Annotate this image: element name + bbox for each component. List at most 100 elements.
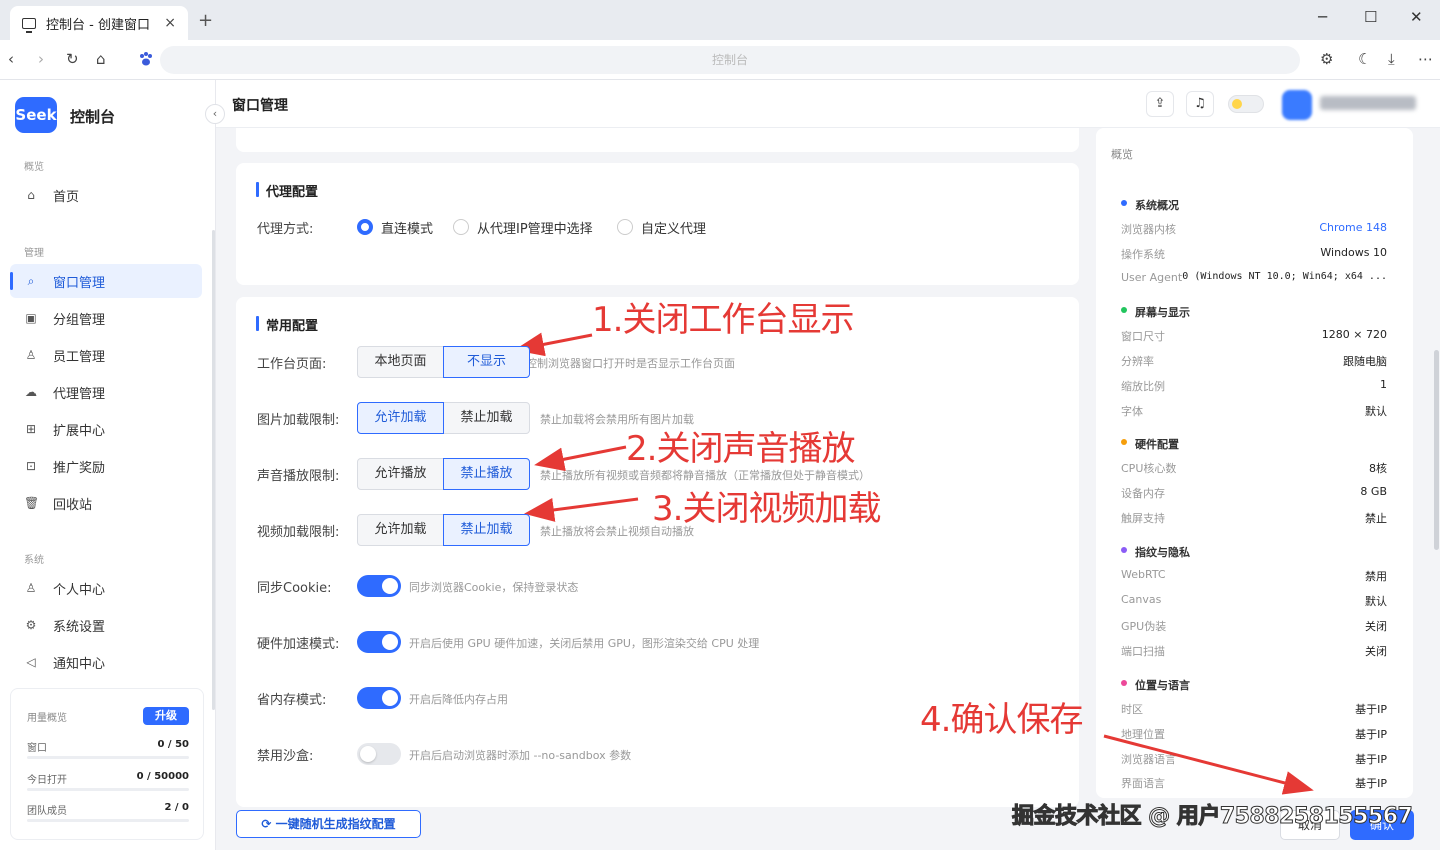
overview-row: User Agent 0 (Windows NT 10.0; Win64; x64… — [1121, 271, 1387, 284]
reload-icon[interactable]: ↻ — [66, 50, 79, 68]
new-tab-button[interactable]: + — [198, 10, 213, 31]
overview-row: WebRTC 禁用 — [1121, 568, 1387, 583]
sidebar-item-settings[interactable]: ⚙ 系统设置 — [10, 608, 202, 642]
row-label: 工作台页面: — [257, 357, 327, 372]
browser-tab[interactable]: 控制台 - 创建窗口 × — [10, 6, 188, 40]
overview-row: 浏览器内核 Chrome 148 — [1121, 221, 1387, 236]
maximize-button[interactable]: ☐ — [1364, 8, 1377, 26]
toggle-label: 省内存模式: — [257, 693, 327, 708]
video-block-option[interactable]: 禁止加载 — [443, 514, 530, 546]
usage-row: 团队成员 2 / 0 — [27, 802, 189, 822]
overview-row: 浏览器语言 基于IP — [1121, 753, 1387, 766]
workbench-segment[interactable]: 本地页面 不显示 — [357, 346, 530, 378]
sidebar-item-groups[interactable]: ▣ 分组管理 — [10, 301, 202, 335]
radio-proxy-ip[interactable] — [453, 219, 469, 235]
sidebar-item-profile[interactable]: ♙ 个人中心 — [10, 571, 202, 605]
radio-custom-label[interactable]: 自定义代理 — [641, 218, 706, 237]
overview-row: 分辨率 跟随电脑 — [1121, 355, 1387, 368]
staff-icon: ♙ — [25, 348, 37, 362]
avatar[interactable] — [1282, 90, 1312, 120]
sidebar-scrollbar[interactable] — [212, 230, 215, 710]
download-icon[interactable]: ⤓ — [1388, 50, 1395, 68]
video-segment[interactable]: 允许加载 禁止加载 — [357, 514, 530, 546]
page-title: 窗口管理 — [232, 98, 288, 114]
hw-accel-toggle[interactable] — [357, 631, 401, 653]
gift-icon: ⊡ — [25, 459, 37, 473]
collapse-sidebar-button[interactable]: ‹ — [205, 104, 225, 124]
bell-icon[interactable]: ♫ — [1186, 91, 1214, 117]
annotation-3: 3.关闭视频加载 — [652, 489, 881, 529]
moon-icon[interactable]: ☾ — [1358, 50, 1371, 68]
overview-row: 操作系统 Windows 10 — [1121, 246, 1387, 261]
overview-title: 概览 — [1111, 148, 1133, 161]
memory-saver-toggle[interactable] — [357, 687, 401, 709]
usage-title: 用量概览 — [27, 713, 67, 724]
extension-icon[interactable]: ⚙ — [1320, 50, 1333, 68]
section-system: 系统 — [24, 555, 44, 566]
gear-icon: ⚙ — [25, 618, 37, 632]
workbench-hide-option[interactable]: 不显示 — [443, 346, 530, 378]
cloud-icon: ☁ — [25, 385, 37, 399]
back-icon[interactable]: ‹ — [8, 50, 14, 68]
overview-row: 界面语言 基于IP — [1121, 777, 1387, 790]
generate-fingerprint-button[interactable]: ⟳ 一键随机生成指纹配置 — [236, 810, 421, 838]
overview-row: GPU伪装 关闭 — [1121, 620, 1387, 633]
usage-panel: 用量概览 升级 窗口 0 / 50 今日打开 0 / 50000 团队成员 2 … — [10, 688, 204, 840]
main-scrollbar[interactable] — [1434, 350, 1439, 550]
annotation-2: 2.关闭声音播放 — [626, 429, 855, 469]
image-block-option[interactable]: 禁止加载 — [443, 402, 530, 434]
row-label: 图片加载限制: — [257, 413, 340, 428]
sidebar-item-trash[interactable]: 🗑 回收站 — [10, 486, 202, 520]
home-icon: ⌂ — [27, 188, 35, 202]
cloud-upload-icon[interactable]: ⇪ — [1146, 91, 1174, 117]
overview-row: 端口扫描 关闭 — [1121, 645, 1387, 658]
proxy-title: 代理配置 — [256, 181, 318, 200]
notify-icon: ◁ — [26, 655, 36, 669]
sidebar-item-staff[interactable]: ♙ 员工管理 — [10, 338, 202, 372]
grid-icon: ⊞ — [25, 422, 37, 436]
toggle-hint: 开启后降低内存占用 — [409, 693, 508, 706]
sidebar-item-proxy[interactable]: ☁ 代理管理 — [10, 375, 202, 409]
annotation-4: 4.确认保存 — [920, 700, 1083, 740]
overview-group: 屏幕与显示 — [1121, 304, 1190, 320]
home-browser-icon[interactable]: ⌂ — [96, 50, 106, 68]
brand-title: 控制台 — [70, 108, 116, 126]
theme-toggle[interactable] — [1228, 95, 1264, 113]
overview-row: 时区 基于IP — [1121, 703, 1387, 716]
toggle-label: 硬件加速模式: — [257, 637, 340, 652]
image-segment[interactable]: 允许加载 禁止加载 — [357, 402, 530, 434]
toggle-hint: 同步浏览器Cookie，保持登录状态 — [409, 581, 579, 594]
overview-row: Canvas 默认 — [1121, 593, 1387, 608]
radio-custom[interactable] — [617, 219, 633, 235]
image-allow-option[interactable]: 允许加载 — [357, 402, 444, 434]
close-window-button[interactable]: ✕ — [1410, 8, 1423, 26]
overview-group: 系统概况 — [1121, 197, 1179, 213]
cookie-sync-toggle[interactable] — [357, 575, 401, 597]
sidebar-item-notifications[interactable]: ◁ 通知中心 — [10, 645, 202, 679]
no-sandbox-toggle[interactable] — [357, 743, 401, 765]
close-tab-icon[interactable]: × — [164, 15, 176, 31]
sidebar-item-home[interactable]: ⌂ 首页 — [10, 178, 202, 212]
overview-row: CPU核心数 8核 — [1121, 462, 1387, 475]
paw-icon[interactable] — [138, 51, 154, 67]
sound-block-option[interactable]: 禁止播放 — [443, 458, 530, 490]
sound-allow-option[interactable]: 允许播放 — [357, 458, 444, 490]
sound-segment[interactable]: 允许播放 禁止播放 — [357, 458, 530, 490]
upgrade-button[interactable]: 升级 — [143, 707, 189, 725]
overview-group: 位置与语言 — [1121, 677, 1190, 693]
minimize-button[interactable]: ─ — [1318, 8, 1327, 26]
radio-direct[interactable] — [357, 219, 373, 235]
radio-direct-label[interactable]: 直连模式 — [381, 218, 433, 237]
sidebar-item-extensions[interactable]: ⊞ 扩展中心 — [10, 412, 202, 446]
forward-icon[interactable]: › — [38, 50, 44, 68]
video-allow-option[interactable]: 允许加载 — [357, 514, 444, 546]
tab-title: 控制台 - 创建窗口 — [46, 17, 150, 33]
sidebar-item-windows[interactable]: ⌕ 窗口管理 — [10, 264, 202, 298]
overview-group: 硬件配置 — [1121, 436, 1179, 452]
toggle-hint: 开启后启动浏览器时添加 --no-sandbox 参数 — [409, 749, 632, 762]
url-input[interactable]: 控制台 — [160, 46, 1300, 74]
more-icon[interactable]: ⋯ — [1418, 50, 1433, 68]
sidebar-item-rewards[interactable]: ⊡ 推广奖励 — [10, 449, 202, 483]
radio-proxy-ip-label[interactable]: 从代理IP管理中选择 — [477, 218, 593, 237]
workbench-local-option[interactable]: 本地页面 — [357, 346, 444, 378]
